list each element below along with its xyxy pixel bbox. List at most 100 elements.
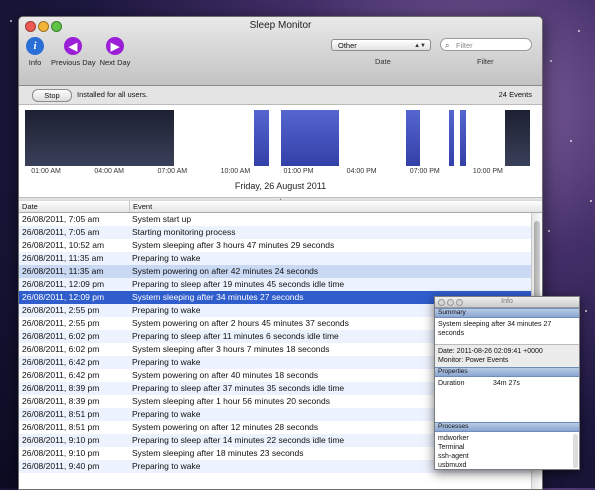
cell-event: Preparing to wake	[132, 305, 201, 315]
summary-meta: Date: 2011-08-26 02:09:41 +0000 Monitor:…	[435, 344, 579, 367]
cell-date: 26/08/2011, 10:52 am	[22, 240, 105, 250]
star	[10, 20, 12, 22]
cell-date: 26/08/2011, 9:10 pm	[22, 435, 100, 445]
cell-event: System powering on after 42 minutes 24 s…	[132, 266, 319, 276]
cell-event: System powering on after 2 hours 45 minu…	[132, 318, 349, 328]
stop-button[interactable]: Stop	[32, 89, 72, 102]
toolbar: Sleep Monitor i Info ◀ Previous Day ▶ Ne…	[19, 17, 542, 86]
cell-event: Preparing to sleep after 19 minutes 45 s…	[132, 279, 345, 289]
cell-date: 26/08/2011, 11:35 am	[22, 266, 104, 276]
table-row[interactable]: 26/08/2011, 7:05 am System start up	[19, 213, 542, 226]
cell-event: Preparing to sleep after 14 minutes 22 s…	[132, 435, 345, 445]
cell-event: System sleeping after 3 hours 47 minutes…	[132, 240, 335, 250]
star	[578, 30, 580, 32]
timeline-tick-label: 01:00 AM	[31, 168, 61, 175]
timeline-block	[459, 110, 466, 166]
timeline-block	[253, 110, 269, 166]
properties-header: Properties	[435, 367, 579, 377]
cell-event: Preparing to wake	[132, 409, 201, 419]
cell-date: 26/08/2011, 12:09 pm	[22, 279, 105, 289]
column-header-event[interactable]: Event	[129, 201, 152, 212]
process-item[interactable]: ssh-agent	[438, 452, 576, 461]
timeline-tick-label: 10:00 AM	[220, 168, 251, 175]
column-header-date[interactable]: Date	[22, 201, 38, 212]
cell-event: System powering on after 12 minutes 28 s…	[132, 422, 319, 432]
process-item[interactable]: Terminal	[438, 443, 576, 452]
table-row[interactable]: 26/08/2011, 10:52 am System sleeping afte…	[19, 239, 542, 252]
cell-event: System sleeping after 1 hour 56 minutes …	[132, 396, 330, 406]
cell-event: Preparing to wake	[132, 253, 201, 263]
timeline-block	[405, 110, 420, 166]
table-row[interactable]: 26/08/2011, 11:35 am Preparing to wake	[19, 252, 542, 265]
info-panel-title: Info	[501, 298, 513, 305]
cell-date: 26/08/2011, 8:39 pm	[22, 396, 100, 406]
filter-label: Filter	[477, 57, 494, 66]
process-item[interactable]: usbmuxd	[438, 461, 576, 469]
timeline-tick-label: 07:00 AM	[157, 168, 188, 175]
info-panel: Info Summary System sleeping after 34 mi…	[434, 296, 580, 470]
cell-date: 26/08/2011, 6:42 pm	[22, 370, 100, 380]
summary-date: Date: 2011-08-26 02:09:41 +0000	[438, 348, 543, 355]
info-zoom-button[interactable]	[456, 299, 463, 306]
summary-text: System sleeping after 34 minutes 27 seco…	[435, 318, 579, 344]
info-button-label: Info	[28, 58, 42, 67]
cell-date: 26/08/2011, 2:55 pm	[22, 305, 100, 315]
star	[548, 230, 550, 232]
cell-date: 26/08/2011, 8:51 pm	[22, 409, 100, 419]
cell-event: System powering on after 40 minutes 18 s…	[132, 370, 319, 380]
cell-event: Starting monitoring process	[132, 227, 236, 237]
timeline-track	[25, 110, 530, 166]
timeline-block	[448, 110, 455, 166]
timeline-tick-label: 04:00 AM	[94, 168, 124, 175]
updown-arrows-icon: ▲▼	[414, 43, 426, 49]
info-panel-titlebar: Info	[435, 297, 579, 308]
next-day-button[interactable]: ▶ Next Day	[98, 37, 132, 67]
cell-event: System sleeping after 34 minutes 27 seco…	[132, 292, 304, 302]
table-row[interactable]: 26/08/2011, 7:05 am Starting monitoring p…	[19, 226, 542, 239]
status-bar: Stop Installed for all users. 24 Events	[19, 86, 542, 105]
cell-date: 26/08/2011, 6:02 pm	[22, 344, 100, 354]
process-item[interactable]: mdworker	[438, 434, 576, 443]
star	[585, 310, 587, 312]
properties-list: Duration 34m 27s	[435, 377, 579, 422]
cell-date: 26/08/2011, 7:05 am	[22, 227, 100, 237]
previous-day-button[interactable]: ◀ Previous Day	[51, 37, 96, 67]
star	[590, 200, 592, 202]
table-row[interactable]: 26/08/2011, 12:09 pm Preparing to sleep a…	[19, 278, 542, 291]
timeline-block	[280, 110, 340, 166]
cell-event: Preparing to sleep after 11 minutes 6 se…	[132, 331, 339, 341]
processes-scrollbar[interactable]	[573, 434, 578, 468]
cell-date: 26/08/2011, 7:05 am	[22, 214, 100, 224]
property-value: 34m 27s	[493, 380, 520, 387]
activity-timeline: 01:00 AM 04:00 AM 07:00 AM 10:00 AM 01:00 PM…	[19, 105, 542, 198]
info-button[interactable]: i Info	[24, 37, 46, 67]
cell-date: 26/08/2011, 8:51 pm	[22, 422, 100, 432]
timeline-tick-label: 07:00 PM	[409, 168, 440, 175]
process-items: mdworker Terminal ssh-agent usbmuxd	[438, 434, 576, 469]
cell-event: Preparing to sleep after 37 minutes 35 s…	[132, 383, 345, 393]
cell-date: 26/08/2011, 6:42 pm	[22, 357, 100, 367]
window-title: Sleep Monitor	[249, 20, 312, 31]
info-minimize-button[interactable]	[447, 299, 454, 306]
timeline-date: Friday, 26 August 2011	[234, 181, 327, 191]
cell-date: 26/08/2011, 9:10 pm	[22, 448, 100, 458]
filter-type-popup[interactable]: Other ▲▼	[331, 39, 431, 51]
chevron-left-icon: ◀	[64, 37, 82, 55]
summary-header: Summary	[435, 308, 579, 318]
search-field[interactable]: ⌕ Filter	[440, 38, 532, 51]
info-close-button[interactable]	[438, 299, 445, 306]
chevron-right-icon: ▶	[106, 37, 124, 55]
timeline-block	[25, 110, 174, 166]
property-name: Duration	[438, 380, 465, 387]
table-row[interactable]: 26/08/2011, 11:35 am System powering on a…	[19, 265, 542, 278]
next-day-label: Next Day	[99, 58, 131, 67]
table-header: Date Event	[19, 201, 542, 213]
cell-date: 26/08/2011, 11:35 am	[22, 253, 104, 263]
search-icon: ⌕	[445, 41, 450, 50]
cell-event: System sleeping after 18 minutes 23 seco…	[132, 448, 304, 458]
status-message: Installed for all users.	[77, 90, 148, 99]
cell-date: 26/08/2011, 8:39 pm	[22, 383, 100, 393]
cell-date: 26/08/2011, 9:40 pm	[22, 461, 100, 471]
filter-type-value: Other	[338, 41, 357, 50]
star	[570, 140, 572, 142]
